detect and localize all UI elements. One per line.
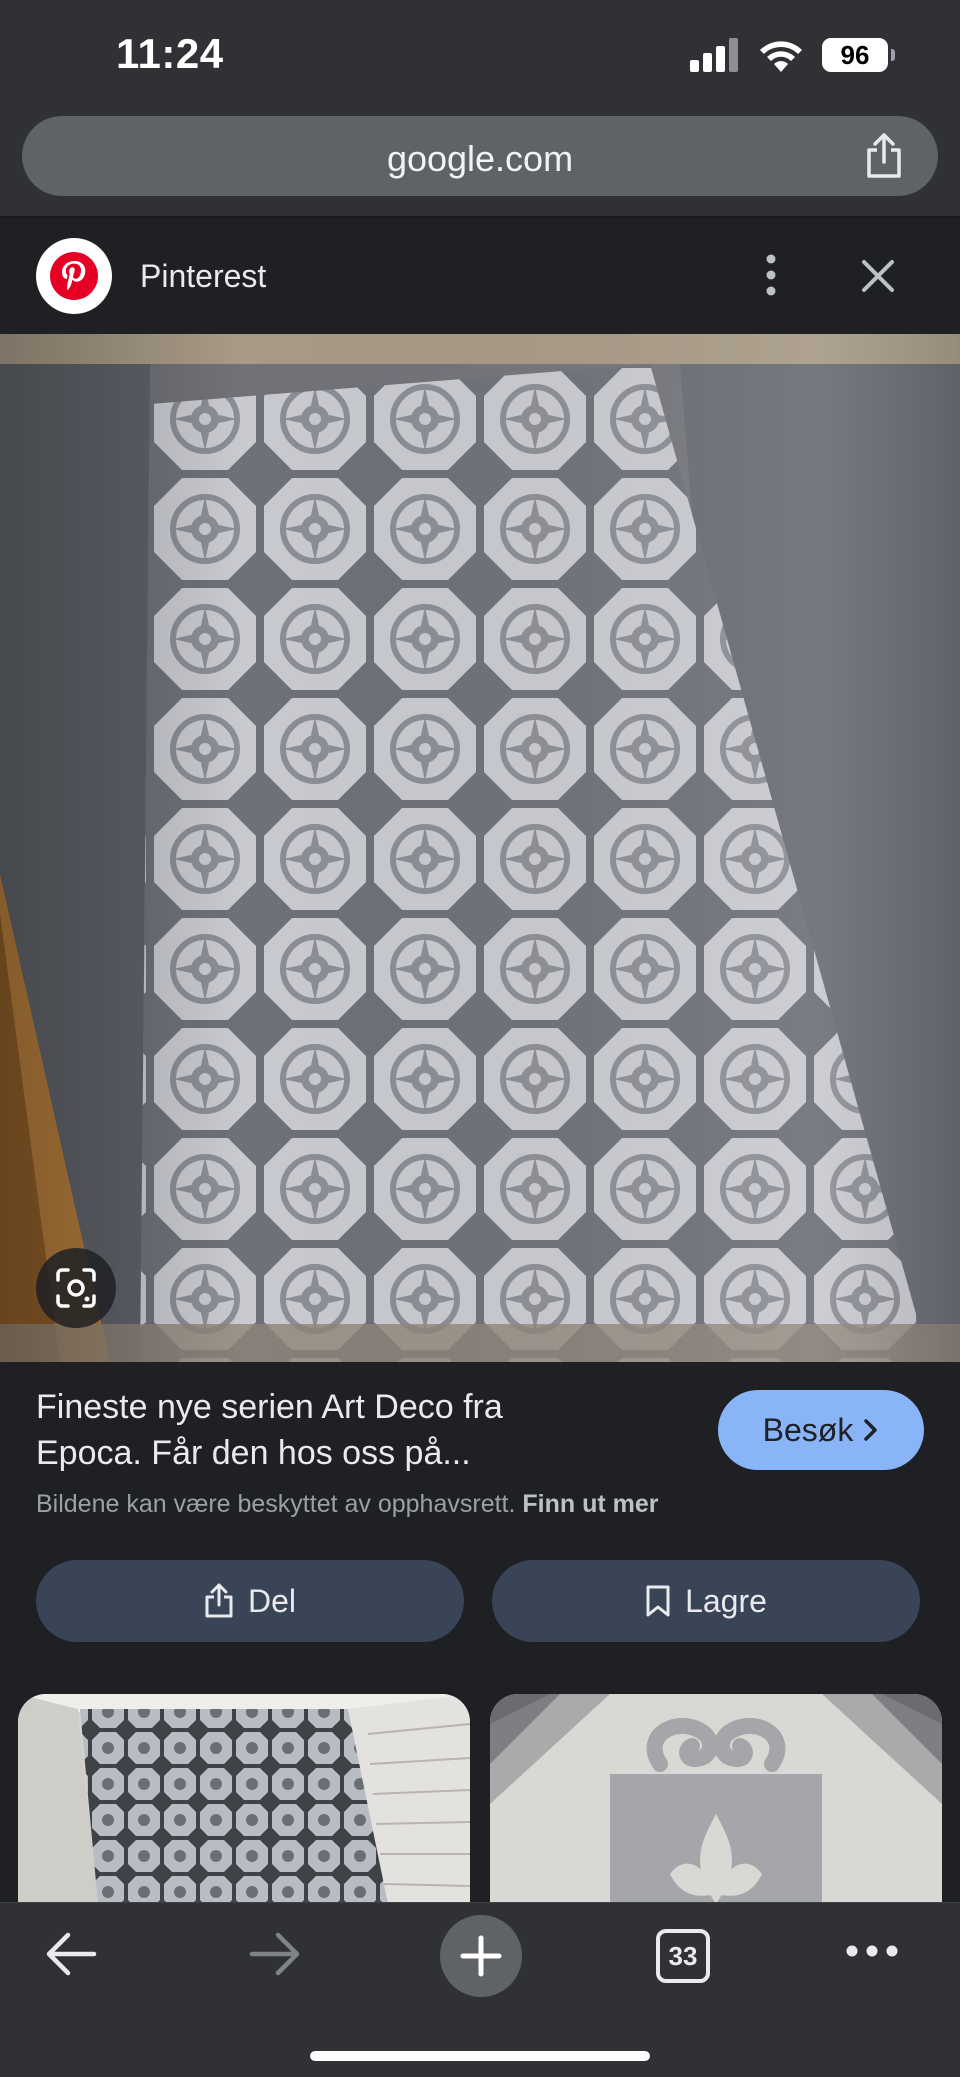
- more-horiz-icon[interactable]: [844, 1943, 900, 1959]
- bottom-toolbar: 33: [0, 1902, 960, 2077]
- status-indicators: 96: [690, 38, 895, 72]
- result-title-line2: Epoca. Får den hos oss på...: [36, 1434, 471, 1472]
- related-image-1[interactable]: [18, 1694, 470, 1904]
- share-button[interactable]: Del: [36, 1560, 464, 1642]
- url-text: google.com: [386, 138, 574, 179]
- visit-label: Besøk: [762, 1411, 854, 1448]
- home-indicator: [310, 2051, 650, 2061]
- copyright-text: Bildene kan være beskyttet av opphavsret…: [36, 1490, 516, 1518]
- tabs-icon[interactable]: 33: [656, 1929, 710, 1983]
- status-time: 11:24: [116, 30, 224, 77]
- tile-floor-photo: [0, 334, 960, 1362]
- related-image-2[interactable]: [490, 1694, 942, 1904]
- result-image[interactable]: [0, 334, 960, 1362]
- source-header: Pinterest: [0, 220, 960, 334]
- result-title-line1: Fineste nye serien Art Deco fra: [36, 1388, 503, 1426]
- more-vert-icon[interactable]: [756, 250, 786, 300]
- status-bar: 11:24 96: [0, 0, 960, 112]
- share-icon[interactable]: [862, 132, 906, 180]
- new-tab-button[interactable]: [440, 1915, 522, 1997]
- save-button[interactable]: Lagre: [492, 1560, 920, 1642]
- chevron-right-icon: [864, 1419, 878, 1441]
- share-label: Del: [247, 1582, 296, 1619]
- tile-closeup-thumbnail: [490, 1694, 942, 1904]
- pinterest-logo[interactable]: [36, 238, 112, 314]
- lens-icon[interactable]: [36, 1248, 116, 1328]
- back-icon[interactable]: [44, 1929, 98, 1979]
- upload-icon: [205, 1583, 233, 1618]
- wifi-icon: [760, 41, 802, 72]
- address-bar-area: google.com: [0, 112, 960, 218]
- bookmark-icon: [646, 1585, 670, 1617]
- close-icon[interactable]: [858, 256, 898, 296]
- learn-more-link[interactable]: Finn ut mer: [522, 1490, 658, 1518]
- signal-icon: [690, 38, 738, 72]
- plus-icon: [460, 1935, 502, 1977]
- address-bar[interactable]: google.com: [22, 116, 938, 196]
- forward-icon[interactable]: [248, 1929, 302, 1979]
- battery-icon: 96: [822, 38, 895, 72]
- tiled-bathroom-thumbnail: [18, 1694, 470, 1904]
- source-name[interactable]: Pinterest: [140, 258, 266, 295]
- save-label: Lagre: [685, 1582, 767, 1619]
- result-title[interactable]: Fineste nye serien Art Deco fra Epoca. F…: [36, 1384, 696, 1476]
- copyright-notice: Bildene kan være beskyttet av opphavsret…: [36, 1490, 659, 1519]
- visit-button[interactable]: Besøk: [718, 1390, 924, 1470]
